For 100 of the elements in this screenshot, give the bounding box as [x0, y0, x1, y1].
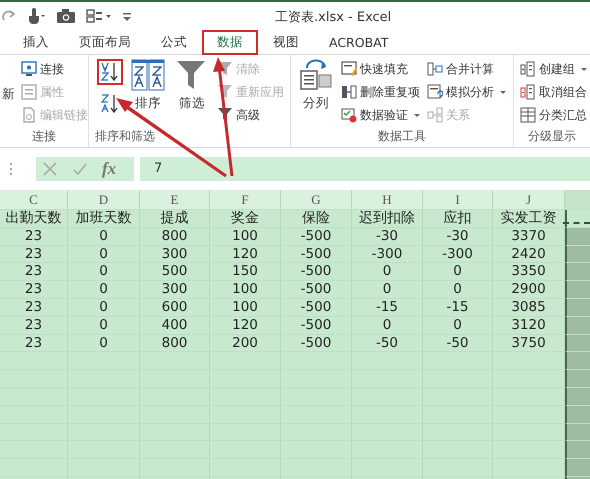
- formula-input[interactable]: 7: [140, 157, 590, 181]
- table-cell: 0: [423, 281, 493, 299]
- table-cell: 120: [210, 246, 281, 264]
- table-cell: 23: [0, 334, 68, 352]
- column-header[interactable]: D: [68, 190, 140, 210]
- table-cell: -500: [281, 281, 352, 299]
- table-cell: 500: [140, 263, 210, 282]
- table-cell: 100: [210, 281, 281, 299]
- table-cell: 400: [140, 316, 210, 335]
- column-header[interactable]: H: [352, 190, 423, 210]
- ribbon-button[interactable]: 取消组合: [520, 82, 588, 102]
- table-cell: 0: [68, 281, 140, 299]
- ribbon-tab[interactable]: 插入: [8, 30, 64, 54]
- column-header[interactable]: I: [423, 190, 493, 210]
- sort-ascending-button[interactable]: [97, 59, 123, 85]
- table-cell: -500: [281, 263, 352, 282]
- ribbon-button[interactable]: 删除重复项: [341, 82, 421, 102]
- validation-icon: [341, 107, 357, 123]
- table-cell: 0: [352, 263, 423, 282]
- table-cell: 150: [210, 263, 281, 282]
- table-cell: 300: [140, 281, 210, 299]
- table-cell: -500: [281, 228, 352, 246]
- table-cell: 23: [0, 298, 68, 317]
- column-header[interactable]: E: [140, 190, 210, 210]
- ribbon-button[interactable]: 快速填充: [341, 59, 421, 79]
- table-cell: -50: [423, 334, 493, 352]
- ungroup-icon: [520, 84, 536, 100]
- flash-fill-icon: [341, 61, 357, 77]
- ribbon-button[interactable]: 排序: [129, 59, 167, 112]
- grip-icon[interactable]: [8, 162, 14, 176]
- ribbon-tab[interactable]: 视图: [258, 30, 314, 54]
- ribbon-button[interactable]: 连接: [21, 59, 88, 79]
- group-label: 连接: [31, 128, 57, 145]
- column-title: 实发工资: [493, 210, 565, 228]
- properties-icon: [21, 84, 37, 100]
- ribbon-button[interactable]: 新: [0, 59, 17, 103]
- table-cell: -300: [423, 246, 493, 264]
- table-cell: 0: [68, 298, 140, 317]
- table-cell: 23: [0, 281, 68, 299]
- table-cell: 23: [0, 316, 68, 335]
- ribbon-button[interactable]: 模拟分析: [427, 82, 507, 102]
- ribbon-button[interactable]: 分类汇总: [520, 105, 588, 125]
- link-icon: [21, 107, 37, 123]
- ribbon-tab[interactable]: 公式: [146, 30, 202, 54]
- table-cell: 0: [423, 316, 493, 335]
- table-cell: 23: [0, 246, 68, 264]
- table-cell: -30: [352, 228, 423, 246]
- window-title: 工资表.xlsx - Excel: [275, 9, 392, 26]
- column-title: 加班天数: [68, 210, 140, 228]
- insert-function-button[interactable]: fx: [102, 159, 116, 179]
- column-title: 出勤天数: [0, 210, 68, 228]
- table-cell: 0: [68, 246, 140, 264]
- column-title: 应扣: [423, 210, 493, 228]
- ribbon-button[interactable]: 分列: [297, 59, 335, 112]
- table-cell: -500: [281, 334, 352, 352]
- table-cell: 23: [0, 228, 68, 246]
- table-cell: -30: [423, 228, 493, 246]
- camera-icon[interactable]: [56, 8, 76, 24]
- group-icon: [520, 61, 536, 77]
- table-cell: 120: [210, 316, 281, 335]
- table-cell: 800: [140, 334, 210, 352]
- ribbon-button[interactable]: 筛选: [173, 59, 211, 112]
- column-title: 奖金: [210, 210, 281, 228]
- group-label: 数据工具: [377, 128, 427, 145]
- table-cell: 100: [210, 298, 281, 317]
- table-cell: 0: [352, 316, 423, 335]
- table-cell: 200: [210, 334, 281, 352]
- table-cell: 0: [68, 263, 140, 282]
- column-header[interactable]: C: [0, 190, 68, 210]
- table-cell: 100: [210, 228, 281, 246]
- table-cell: 600: [140, 298, 210, 317]
- ribbon-button[interactable]: 创建组: [520, 59, 588, 79]
- what-if-icon: [427, 84, 443, 100]
- table-cell: -50: [352, 334, 423, 352]
- column-header[interactable]: F: [210, 190, 281, 210]
- table-cell: 800: [140, 228, 210, 246]
- form-icon[interactable]: [86, 8, 112, 24]
- touch-mode-icon[interactable]: [26, 7, 46, 25]
- table-cell: 0: [68, 316, 140, 335]
- table-cell: -300: [352, 246, 423, 264]
- table-cell: -500: [281, 316, 352, 335]
- subtotal-icon: [520, 107, 536, 123]
- table-cell: -15: [423, 298, 493, 317]
- ribbon-tab[interactable]: ACROBAT: [314, 30, 404, 54]
- group-label: 排序和筛选: [94, 128, 156, 145]
- group-label: 分级显示: [527, 128, 577, 145]
- column-title: 提成: [140, 210, 210, 228]
- consolidate-icon: [427, 61, 443, 77]
- table-cell: -500: [281, 246, 352, 264]
- column-header[interactable]: G: [281, 190, 352, 210]
- remove-duplicates-icon: [341, 84, 357, 100]
- table-cell: 0: [68, 334, 140, 352]
- ribbon-button[interactable]: 数据验证: [341, 105, 421, 125]
- connection-icon: [21, 61, 37, 77]
- ribbon-tab[interactable]: 数据: [202, 30, 258, 54]
- ribbon-tab[interactable]: 页面布局: [64, 30, 146, 54]
- column-title: 迟到扣除: [352, 210, 423, 228]
- table-cell: 0: [352, 281, 423, 299]
- ribbon-button[interactable]: 合并计算: [427, 59, 507, 79]
- table-cell: 300: [140, 246, 210, 264]
